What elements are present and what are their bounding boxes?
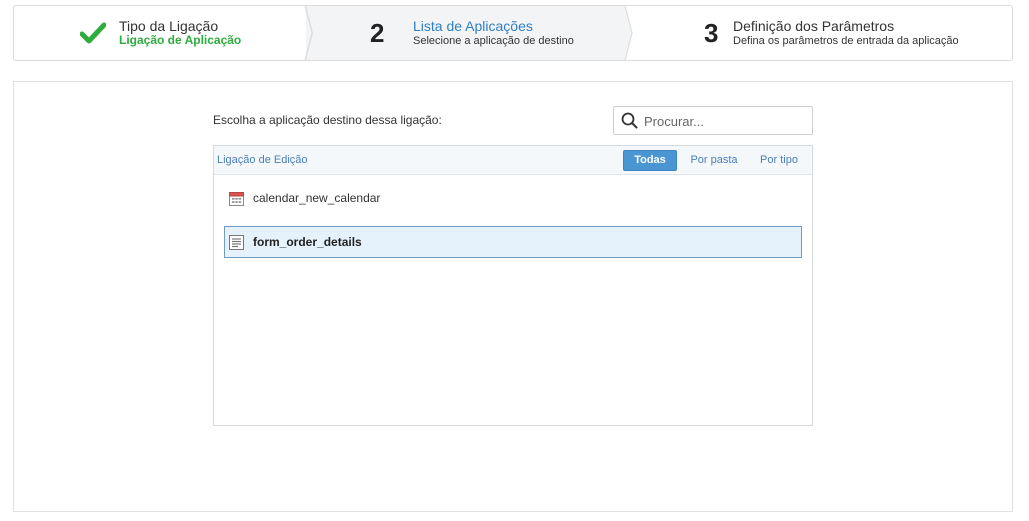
search-box[interactable]: [613, 106, 813, 135]
list-item-label: calendar_new_calendar: [253, 191, 381, 205]
app-list-panel: Ligação de Edição Todas Por pasta Por ti…: [213, 145, 813, 426]
list-item[interactable]: calendar_new_calendar: [224, 182, 802, 214]
list-item-selected[interactable]: form_order_details: [224, 226, 802, 258]
main-panel: Escolha a aplicação destino dessa ligaçã…: [13, 81, 1013, 512]
step-separator-icon: [297, 6, 313, 60]
step-separator-icon: [617, 6, 633, 60]
filter-por-pasta-button[interactable]: Por pasta: [686, 150, 742, 171]
search-input[interactable]: [644, 111, 806, 131]
choose-app-label: Escolha a aplicação destino dessa ligaçã…: [213, 113, 442, 127]
wizard-steps: Tipo da Ligação Ligação de Aplicação 2 L…: [13, 5, 1013, 61]
search-icon: [621, 112, 638, 129]
step-title: Tipo da Ligação: [119, 18, 219, 34]
step-number: 3: [704, 18, 719, 48]
check-icon: [80, 22, 106, 44]
step-tipo-ligacao[interactable]: Tipo da Ligação Ligação de Aplicação: [14, 6, 306, 60]
step-title: Definição dos Parâmetros: [733, 18, 895, 34]
list-item-label: form_order_details: [253, 235, 362, 249]
step-subtitle: Defina os parâmetros de entrada da aplic…: [733, 35, 959, 47]
step-subtitle: Selecione a aplicação de destino: [413, 35, 574, 47]
step-subtitle: Ligação de Aplicação: [119, 33, 242, 47]
list-header-title: Ligação de Edição: [217, 154, 308, 166]
step-number: 2: [370, 18, 385, 48]
form-icon: [229, 235, 244, 250]
list-header: Ligação de Edição Todas Por pasta Por ti…: [214, 146, 812, 175]
calendar-icon: [229, 192, 244, 206]
filter-todas-button[interactable]: Todas: [623, 150, 677, 171]
filter-por-tipo-button[interactable]: Por tipo: [755, 150, 803, 171]
step-lista-aplicacoes[interactable]: 2 Lista de Aplicações Selecione a aplica…: [306, 6, 626, 60]
step-definicao-parametros[interactable]: 3 Definição dos Parâmetros Defina os par…: [626, 6, 1012, 60]
step-title: Lista de Aplicações: [413, 18, 533, 34]
